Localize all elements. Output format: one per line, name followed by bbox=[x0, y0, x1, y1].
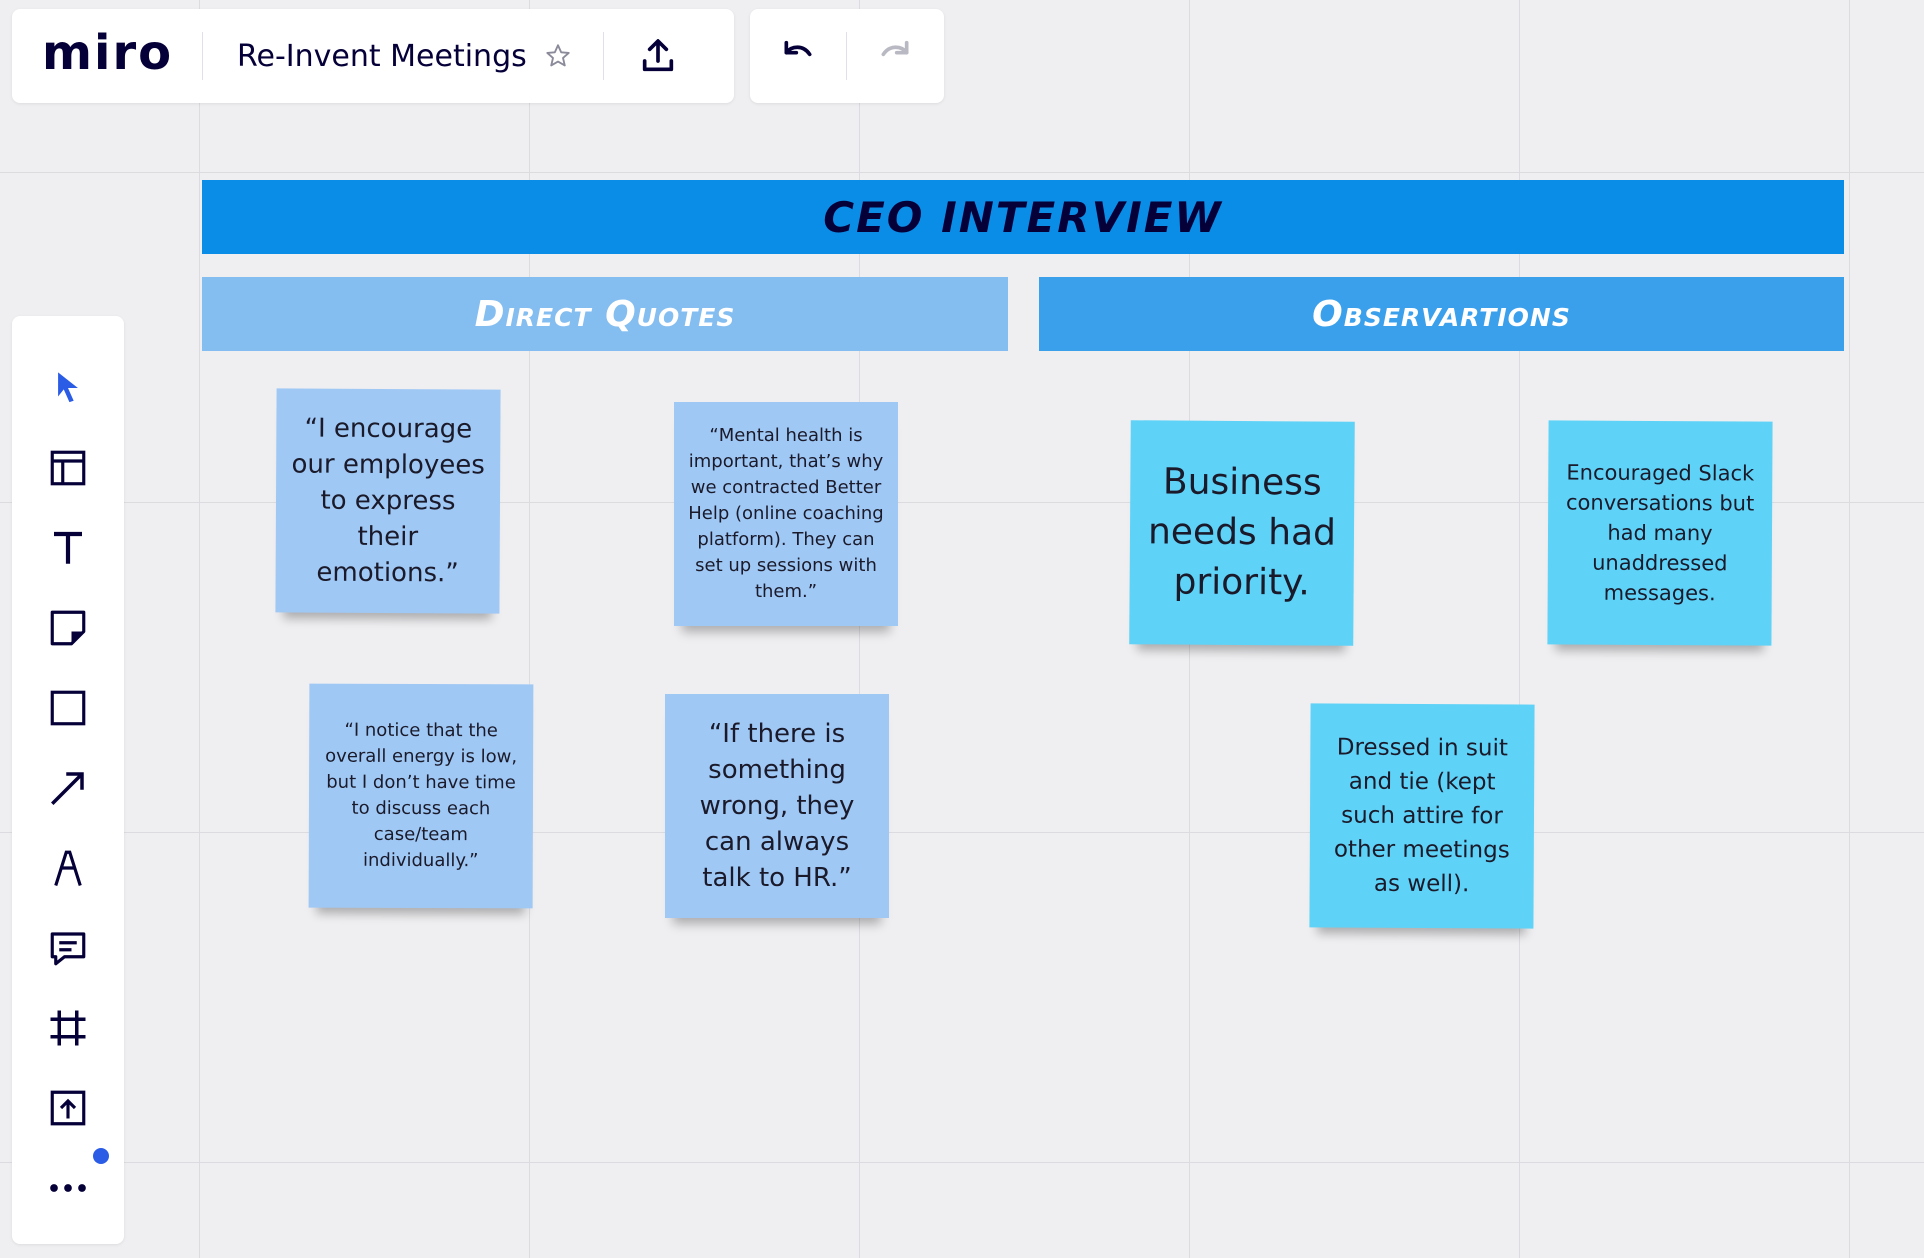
more-tools-button[interactable] bbox=[40, 1160, 96, 1216]
ceo-interview-header[interactable]: CEO INTERVIEW bbox=[202, 180, 1844, 254]
sticky-note-icon bbox=[50, 610, 86, 646]
sticky-note[interactable]: “I notice that the overall energy is low… bbox=[308, 683, 534, 909]
templates-tool[interactable] bbox=[40, 440, 96, 496]
upload-icon bbox=[642, 39, 673, 72]
star-icon bbox=[546, 44, 570, 67]
frame-tool[interactable] bbox=[40, 1000, 96, 1056]
divider bbox=[202, 32, 203, 80]
sticky-note-text: “I encourage our employees to express th… bbox=[291, 413, 485, 589]
header-text: Direct Quotes bbox=[474, 293, 736, 335]
header-text: Observartions bbox=[1312, 293, 1571, 335]
frame-icon bbox=[50, 1010, 86, 1046]
cursor-icon bbox=[58, 372, 78, 403]
sticky-note-text: “If there is something wrong, they can a… bbox=[699, 719, 855, 893]
sticky-note[interactable]: “Mental health is important, that’s why … bbox=[674, 402, 898, 626]
sticky-note[interactable]: “I encourage our employees to express th… bbox=[275, 388, 501, 614]
observations-header[interactable]: Observartions bbox=[1039, 277, 1844, 351]
sticky-note-text: “I notice that the overall energy is low… bbox=[325, 719, 518, 872]
header-text: CEO INTERVIEW bbox=[823, 192, 1223, 242]
undo-redo-bar bbox=[750, 9, 944, 103]
text-tool[interactable] bbox=[40, 520, 96, 576]
miro-logo[interactable]: miro bbox=[42, 29, 202, 77]
sticky-note-tool[interactable] bbox=[40, 600, 96, 656]
pen-tool[interactable] bbox=[40, 840, 96, 896]
sticky-note-text: “Mental health is important, that’s why … bbox=[688, 425, 884, 602]
notification-dot bbox=[93, 1148, 109, 1164]
arrow-icon bbox=[51, 772, 84, 805]
sticky-note[interactable]: Business needs had priority. bbox=[1129, 420, 1355, 646]
sticky-note-text: Encouraged Slack conversations but had m… bbox=[1565, 460, 1755, 606]
sticky-note[interactable]: “If there is something wrong, they can a… bbox=[665, 694, 889, 918]
text-icon bbox=[54, 531, 82, 564]
redo-icon bbox=[881, 40, 909, 57]
comment-icon bbox=[50, 932, 86, 966]
upload-icon bbox=[50, 1090, 86, 1126]
left-toolbar bbox=[12, 316, 124, 1244]
comment-tool[interactable] bbox=[40, 920, 96, 976]
shape-icon bbox=[50, 690, 86, 726]
sticky-note[interactable]: Encouraged Slack conversations but had m… bbox=[1547, 420, 1773, 646]
undo-button[interactable] bbox=[750, 26, 846, 86]
upload-tool[interactable] bbox=[40, 1080, 96, 1136]
templates-icon bbox=[50, 450, 86, 486]
shape-tool[interactable] bbox=[40, 680, 96, 736]
undo-icon bbox=[784, 40, 812, 57]
pen-icon bbox=[54, 850, 82, 886]
sticky-note-text: Dressed in suit and tie (kept such attir… bbox=[1333, 734, 1510, 898]
top-bar: miro Re-Invent Meetings bbox=[12, 9, 734, 103]
redo-button[interactable] bbox=[847, 26, 943, 86]
arrow-tool[interactable] bbox=[40, 760, 96, 816]
divider bbox=[602, 32, 604, 80]
board-title[interactable]: Re-Invent Meetings bbox=[237, 39, 527, 74]
star-button[interactable] bbox=[543, 41, 573, 71]
sticky-note-text: Business needs had priority. bbox=[1147, 461, 1337, 604]
share-button[interactable] bbox=[614, 26, 702, 86]
sticky-note[interactable]: Dressed in suit and tie (kept such attir… bbox=[1309, 703, 1535, 929]
direct-quotes-header[interactable]: Direct Quotes bbox=[202, 277, 1008, 351]
more-icon bbox=[50, 1184, 86, 1192]
select-tool[interactable] bbox=[40, 360, 96, 416]
